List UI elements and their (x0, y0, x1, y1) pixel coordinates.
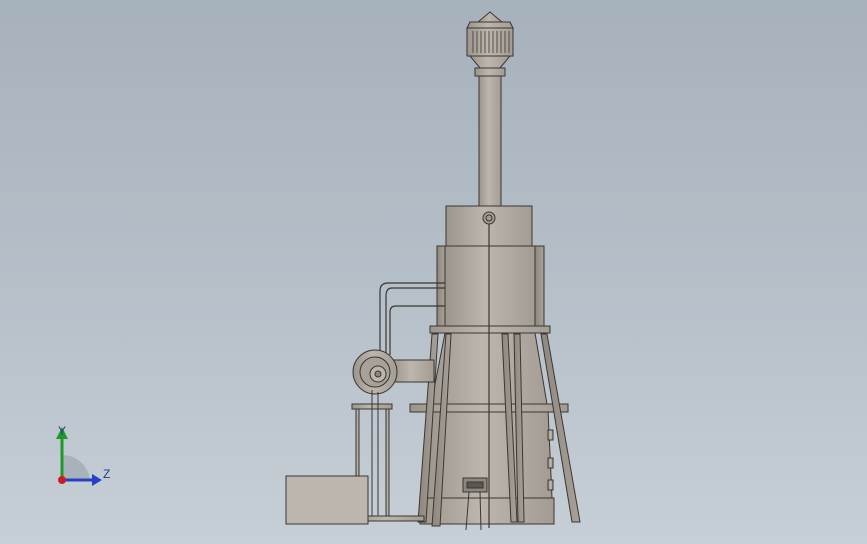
platform-ring (429, 325, 551, 334)
main-drum (444, 245, 536, 329)
y-axis-label: Y (58, 424, 67, 438)
view-orientation-triad: Y Z (40, 415, 130, 505)
chimney-cap (466, 11, 514, 77)
blower-fan (352, 349, 435, 395)
cad-graphics-viewport[interactable]: Y Z (0, 0, 867, 544)
chimney-stack (478, 75, 502, 207)
z-axis-label: Z (103, 467, 111, 481)
incinerator-model[interactable] (0, 0, 867, 544)
control-box (285, 475, 369, 525)
